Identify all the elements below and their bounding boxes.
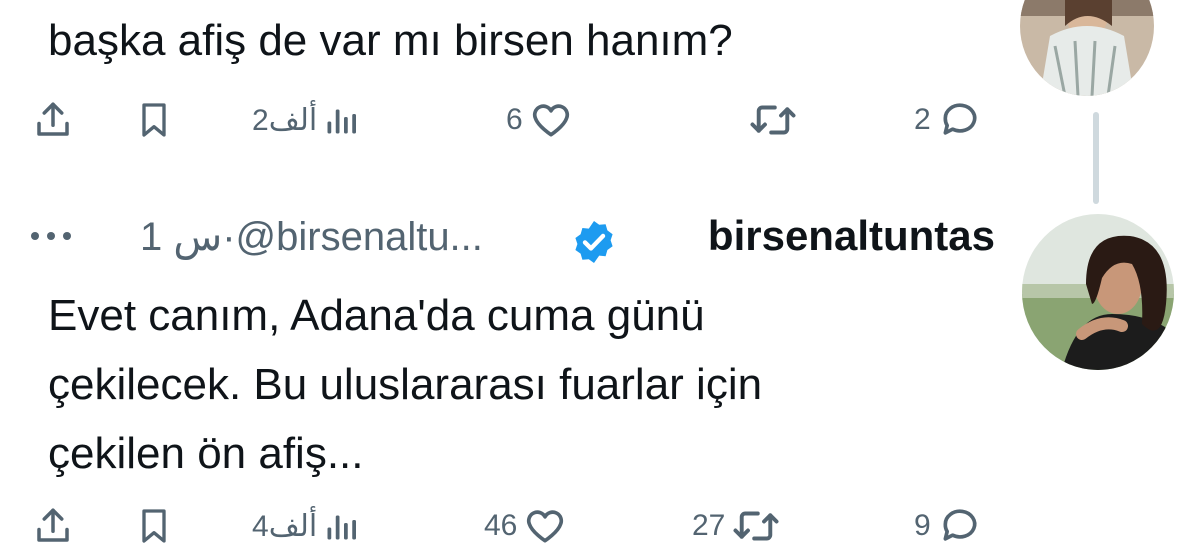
views-count: 4ألف	[252, 509, 318, 543]
tweet-text-line-1: Evet canım, Adana'da cuma günü	[48, 291, 705, 340]
thread-line	[1093, 112, 1099, 204]
tweet-header: 1 س·@birsenaltu... birsenaltuntas	[30, 208, 995, 272]
reply-icon	[943, 509, 977, 541]
verified-badge-icon	[575, 221, 613, 263]
reply-action-bar: 2ألف 6 2	[0, 90, 1000, 150]
tweet-text-line-2: çekilecek. Bu uluslararası fuarlar için	[48, 360, 763, 409]
reply-count: 9	[914, 509, 931, 542]
author-display-name[interactable]: birsenaltuntas	[708, 212, 995, 260]
share-button[interactable]	[32, 496, 74, 556]
reply-count: 2	[914, 103, 931, 136]
heart-icon	[527, 510, 564, 543]
reply-text: başka afiş de var mı birsen hanım?	[48, 16, 733, 65]
tweet-text-line-3: çekilen ön afiş...	[48, 429, 364, 478]
views-icon	[327, 109, 357, 134]
retweet-icon	[733, 511, 779, 541]
views-button[interactable]: 2ألف	[252, 90, 359, 150]
tweet-meta: 1 س·@birsenaltu...	[140, 214, 483, 260]
like-count: 6	[506, 103, 523, 136]
author-avatar[interactable]	[1022, 214, 1174, 370]
views-count: 2ألف	[252, 103, 318, 137]
retweet-button[interactable]: 27	[692, 496, 781, 556]
meta-separator: ·	[222, 215, 236, 259]
more-icon[interactable]	[30, 230, 72, 242]
reply-button[interactable]: 2	[914, 90, 983, 150]
author-handle[interactable]: @birsenaltu...	[236, 215, 483, 259]
retweet-button[interactable]	[742, 90, 798, 150]
heart-icon	[532, 104, 569, 137]
share-icon	[37, 102, 69, 136]
views-button[interactable]: 4ألف	[252, 496, 359, 556]
reply-author-avatar[interactable]	[1020, 0, 1154, 96]
reply-icon	[943, 103, 977, 135]
reply-button[interactable]: 9	[914, 496, 983, 556]
tweet-time[interactable]: 1 س	[140, 215, 222, 259]
retweet-icon	[750, 105, 796, 135]
views-icon	[327, 515, 357, 540]
tweet-action-bar: 4ألف 46 27 9	[0, 496, 1000, 556]
bookmark-icon	[142, 103, 166, 137]
share-icon	[37, 508, 69, 542]
retweet-count: 27	[692, 509, 726, 542]
like-button[interactable]: 6	[506, 90, 573, 150]
bookmark-button[interactable]	[134, 496, 174, 556]
bookmark-icon	[142, 509, 166, 543]
bookmark-button[interactable]	[134, 90, 174, 150]
share-button[interactable]	[32, 90, 74, 150]
like-button[interactable]: 46	[484, 496, 567, 556]
like-count: 46	[484, 509, 518, 542]
